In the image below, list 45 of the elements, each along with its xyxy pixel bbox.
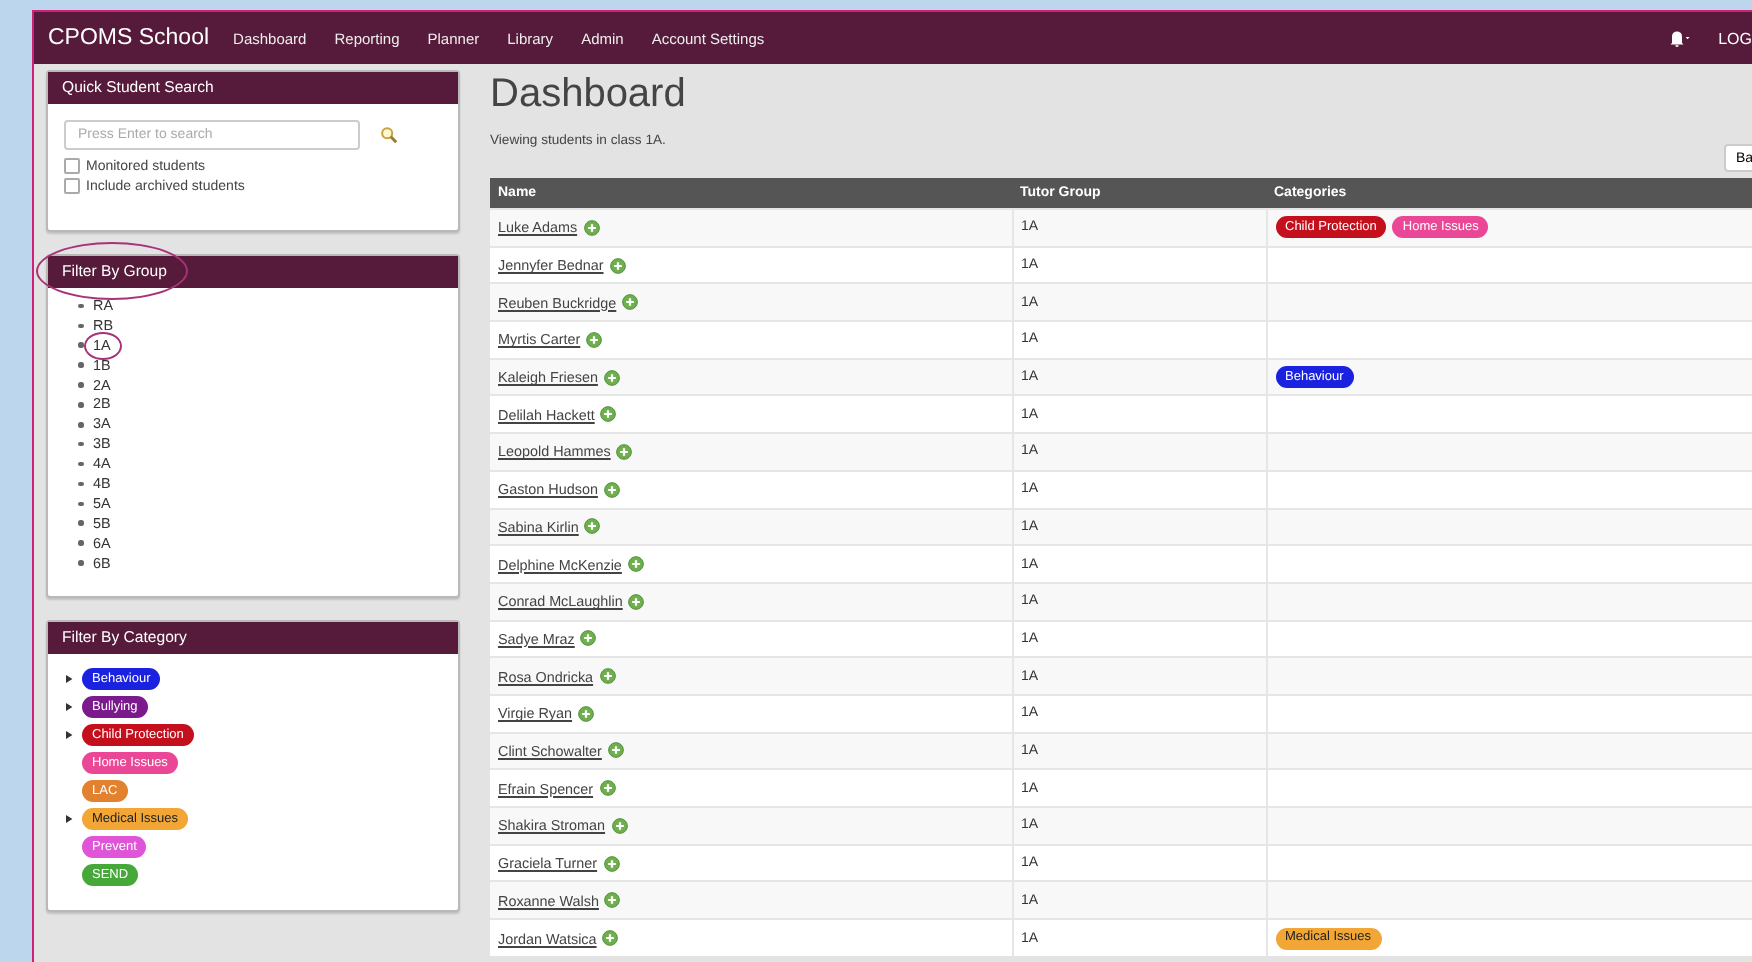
search-icon[interactable] bbox=[380, 126, 398, 144]
bullet bbox=[78, 362, 83, 368]
plus-icon[interactable] bbox=[599, 780, 616, 797]
plus-icon[interactable] bbox=[622, 294, 639, 311]
plus-icon[interactable] bbox=[584, 518, 601, 535]
checkbox[interactable] bbox=[64, 178, 80, 194]
plus-icon[interactable] bbox=[611, 817, 628, 834]
plus-icon[interactable] bbox=[604, 892, 621, 909]
plus-icon[interactable] bbox=[603, 369, 620, 386]
bullet bbox=[78, 382, 83, 388]
plus-icon[interactable] bbox=[609, 257, 626, 274]
plus-icon[interactable] bbox=[616, 443, 633, 460]
plus-icon[interactable] bbox=[607, 742, 624, 759]
bell-icon[interactable] bbox=[1666, 28, 1691, 48]
bullet bbox=[78, 560, 83, 566]
plus-icon[interactable] bbox=[580, 630, 597, 647]
bullet bbox=[78, 303, 83, 309]
logout-link[interactable]: LOG bbox=[1718, 29, 1752, 47]
bullet bbox=[78, 323, 83, 329]
bullet bbox=[78, 520, 83, 526]
plus-icon[interactable] bbox=[599, 668, 616, 685]
expand-triangle-icon[interactable] bbox=[64, 702, 74, 713]
bullet bbox=[78, 461, 83, 467]
bullet bbox=[78, 342, 83, 348]
expand-triangle-icon[interactable] bbox=[64, 730, 74, 741]
bullet bbox=[78, 441, 83, 447]
expand-triangle-icon[interactable] bbox=[64, 674, 74, 685]
bullet bbox=[78, 422, 83, 428]
brand-title[interactable]: CPOMS School bbox=[48, 26, 210, 50]
plus-icon[interactable] bbox=[600, 406, 617, 423]
bullet bbox=[78, 540, 83, 546]
expand-triangle-icon[interactable] bbox=[64, 814, 74, 825]
plus-icon[interactable] bbox=[602, 930, 619, 947]
bullet bbox=[78, 501, 83, 507]
plus-icon[interactable] bbox=[583, 219, 600, 236]
plus-icon[interactable] bbox=[628, 593, 645, 610]
plus-icon[interactable] bbox=[627, 556, 644, 573]
page-title: Dashboard bbox=[490, 72, 688, 118]
plus-icon[interactable] bbox=[603, 481, 620, 498]
plus-icon[interactable] bbox=[586, 331, 603, 348]
bullet bbox=[78, 402, 83, 408]
plus-icon[interactable] bbox=[603, 855, 620, 872]
bullet bbox=[78, 481, 83, 487]
checkbox[interactable] bbox=[64, 158, 80, 174]
plus-icon[interactable] bbox=[578, 705, 595, 722]
